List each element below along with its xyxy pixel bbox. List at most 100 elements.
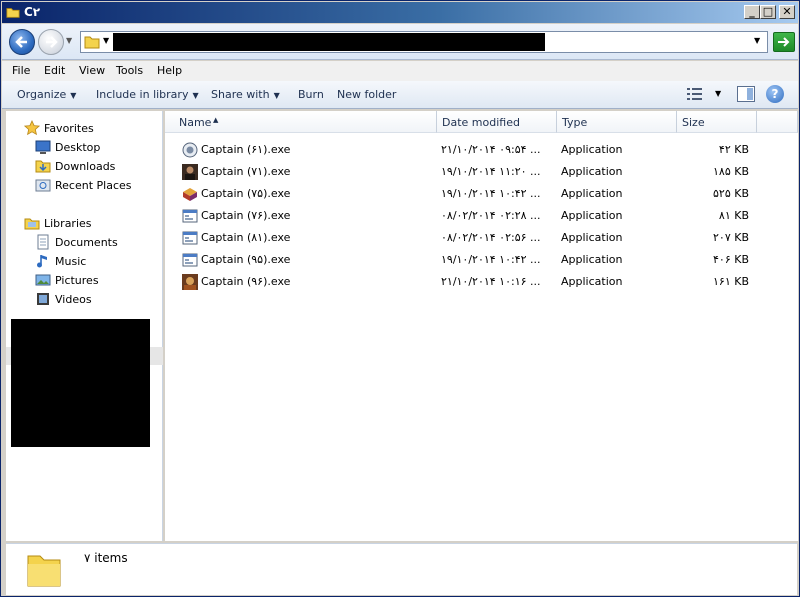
nav-pictures-label: Pictures: [55, 274, 99, 287]
organize-button[interactable]: Organize ▼: [17, 88, 76, 101]
generic-exe-icon: [182, 209, 198, 223]
redacted-block: [11, 319, 150, 447]
file-type: Application: [561, 275, 623, 288]
view-dropdown-icon[interactable]: ▼: [715, 89, 721, 98]
file-size: ۴۰۶ KB: [713, 253, 749, 266]
new-folder-button[interactable]: New folder: [337, 88, 396, 101]
nav-favorites-label: Favorites: [44, 122, 94, 135]
organize-label: Organize: [17, 88, 67, 101]
chevron-down-icon: ▼: [70, 91, 77, 100]
minimize-button[interactable]: _: [744, 5, 760, 19]
file-name: Captain (۷۱).exe: [201, 165, 291, 178]
arrow-right-icon: [46, 36, 58, 48]
window-title: C۲: [24, 5, 41, 19]
recent-places-icon: [35, 179, 51, 192]
refresh-icon: [778, 37, 790, 47]
file-name: Captain (۷۵).exe: [201, 187, 291, 200]
chevron-down-icon[interactable]: ▼: [103, 36, 109, 45]
column-header-type[interactable]: Type: [557, 111, 677, 133]
column-header-size[interactable]: Size: [677, 111, 757, 133]
menu-bar: File Edit View Tools Help: [2, 61, 798, 81]
refresh-button[interactable]: [773, 32, 795, 52]
preview-pane-icon[interactable]: [737, 86, 755, 102]
folder-icon: [84, 36, 100, 49]
file-name: Captain (۸۱).exe: [201, 231, 291, 244]
table-row[interactable]: Captain (۶۱).exe ۲۱/۱۰/۲۰۱۴ ۰۹:۵۴ ... Ap…: [179, 139, 789, 161]
warrior-app-icon: [182, 274, 198, 290]
file-date: ۰۸/۰۲/۲۰۱۴ ۰۲:۵۶ ...: [441, 231, 541, 244]
column-name-label: Name: [179, 116, 212, 129]
nav-downloads-label: Downloads: [55, 160, 116, 173]
nav-videos-label: Videos: [55, 293, 92, 306]
file-type: Application: [561, 253, 623, 266]
menu-help[interactable]: Help: [157, 64, 182, 77]
file-date: ۲۱/۱۰/۲۰۱۴ ۱۰:۱۶ ...: [441, 275, 541, 288]
table-row[interactable]: Captain (۹۶).exe ۲۱/۱۰/۲۰۱۴ ۱۰:۱۶ ... Ap…: [179, 271, 789, 293]
column-header-extra: [757, 111, 798, 133]
explorer-window: C۲ _ □ ✕ ▼ ▼ ▼ File Edit View Tools Help…: [0, 0, 800, 597]
burn-button[interactable]: Burn: [298, 88, 324, 101]
view-options-icon[interactable]: [687, 87, 703, 101]
file-type: Application: [561, 231, 623, 244]
column-size-label: Size: [682, 116, 705, 129]
table-row[interactable]: Captain (۷۶).exe ۰۸/۰۲/۲۰۱۴ ۰۲:۲۸ ... Ap…: [179, 205, 789, 227]
music-note-icon: [37, 255, 47, 268]
column-date-label: Date modified: [442, 116, 520, 129]
file-date: ۱۹/۱۰/۲۰۱۴ ۱۱:۲۰ ...: [441, 165, 541, 178]
file-name: Captain (۹۵).exe: [201, 253, 291, 266]
file-type: Application: [561, 143, 623, 156]
table-row[interactable]: Captain (۷۵).exe ۱۹/۱۰/۲۰۱۴ ۱۰:۴۲ ... Ap…: [179, 183, 789, 205]
file-type: Application: [561, 209, 623, 222]
nav-libraries-label: Libraries: [44, 217, 92, 230]
downloads-folder-icon: [35, 160, 51, 173]
file-date: ۲۱/۱۰/۲۰۱۴ ۰۹:۵۴ ...: [441, 143, 541, 156]
nav-documents-label: Documents: [55, 236, 118, 249]
file-size: ۵۲۵ KB: [713, 187, 749, 200]
help-icon[interactable]: ?: [766, 85, 784, 103]
menu-tools[interactable]: Tools: [116, 64, 143, 77]
gear-app-icon: [182, 142, 198, 158]
title-bar[interactable]: C۲ _ □ ✕: [2, 2, 798, 23]
close-button[interactable]: ✕: [779, 5, 795, 19]
arrow-left-icon: [15, 36, 27, 48]
generic-exe-icon: [182, 253, 198, 267]
file-size: ۸۱ KB: [718, 209, 749, 222]
column-header-name[interactable]: Name ▲: [165, 111, 437, 133]
menu-edit[interactable]: Edit: [44, 64, 65, 77]
file-name: Captain (۷۶).exe: [201, 209, 291, 222]
navigation-pane: Favorites Desktop Downloads Recent Place…: [6, 111, 163, 541]
file-size: ۲۰۷ KB: [713, 231, 749, 244]
table-row[interactable]: Captain (۸۱).exe ۰۸/۰۲/۲۰۱۴ ۰۲:۵۶ ... Ap…: [179, 227, 789, 249]
nav-desktop-label: Desktop: [55, 141, 101, 154]
videos-icon: [37, 293, 49, 305]
address-dropdown-icon[interactable]: ▼: [754, 36, 760, 45]
file-size: ۴۲ KB: [718, 143, 749, 156]
column-type-label: Type: [562, 116, 588, 129]
redacted-path: [113, 33, 545, 51]
column-header-date[interactable]: Date modified: [437, 111, 557, 133]
folder-icon: [27, 555, 61, 587]
include-in-library-button[interactable]: Include in library ▼: [96, 88, 199, 101]
share-with-button[interactable]: Share with ▼: [211, 88, 280, 101]
star-icon: [24, 120, 40, 136]
file-size: ۱۸۵ KB: [713, 165, 749, 178]
menu-file[interactable]: File: [12, 64, 30, 77]
forward-button[interactable]: [38, 29, 64, 55]
history-dropdown-icon[interactable]: ▼: [66, 36, 76, 46]
details-pane: ۷ items: [6, 543, 797, 595]
back-button[interactable]: [9, 29, 35, 55]
nav-music-label: Music: [55, 255, 87, 268]
maximize-button[interactable]: □: [760, 5, 776, 19]
table-row[interactable]: Captain (۷۱).exe ۱۹/۱۰/۲۰۱۴ ۱۱:۲۰ ... Ap…: [179, 161, 789, 183]
documents-icon: [37, 234, 49, 250]
address-toolbar: ▼ ▼ ▼: [2, 24, 798, 60]
pictures-icon: [35, 274, 51, 286]
file-name: Captain (۶۱).exe: [201, 143, 291, 156]
address-field[interactable]: ▼ ▼: [80, 31, 768, 53]
portrait-app-icon: [182, 164, 198, 180]
file-type: Application: [561, 187, 623, 200]
libraries-icon: [24, 218, 40, 230]
file-date: ۱۹/۱۰/۲۰۱۴ ۱۰:۴۲ ...: [441, 253, 541, 266]
menu-view[interactable]: View: [79, 64, 105, 77]
table-row[interactable]: Captain (۹۵).exe ۱۹/۱۰/۲۰۱۴ ۱۰:۴۲ ... Ap…: [179, 249, 789, 271]
